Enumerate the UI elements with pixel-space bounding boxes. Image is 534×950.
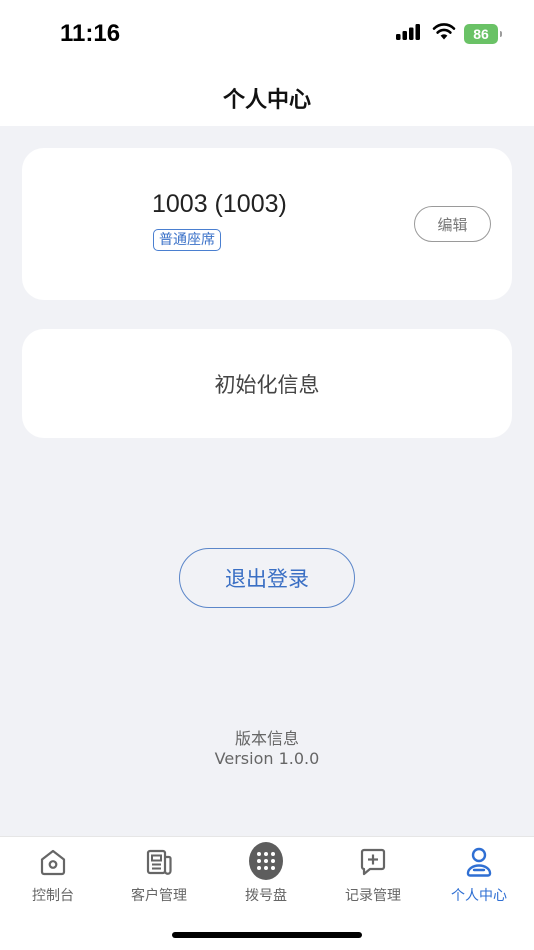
version-value: Version 1.0.0: [214, 749, 320, 768]
status-time: 11:16: [60, 20, 121, 47]
cellular-signal-icon: [396, 23, 424, 45]
tab-label: 拨号盘: [245, 888, 287, 904]
role-badge: 普通座席: [153, 229, 221, 251]
version-info: 版本信息 Version 1.0.0: [0, 729, 534, 769]
battery-icon: 86: [464, 24, 502, 44]
navigation-bar: 个人中心: [0, 70, 534, 126]
tab-label: 控制台: [32, 888, 74, 904]
profile-name: 1003 (1003): [152, 190, 287, 218]
records-icon: [356, 845, 390, 879]
tab-record-management[interactable]: 记录管理: [320, 845, 426, 911]
tab-console[interactable]: 控制台: [0, 845, 106, 911]
logout-button[interactable]: 退出登录: [179, 548, 355, 608]
tab-label: 个人中心: [451, 888, 507, 904]
dialpad-icon: [249, 842, 283, 880]
home-indicator: [172, 932, 362, 938]
tab-dialpad[interactable]: 拨号盘: [213, 842, 319, 911]
tab-label: 记录管理: [345, 888, 401, 904]
wifi-icon: [432, 23, 456, 45]
edit-button[interactable]: 编辑: [414, 206, 491, 242]
profile-card: 1003 (1003) 普通座席 编辑: [22, 148, 512, 300]
home-icon: [36, 845, 70, 879]
tab-customer-management[interactable]: 客户管理: [106, 845, 212, 911]
page-title: 个人中心: [222, 88, 311, 113]
init-info-card[interactable]: 初始化信息: [22, 329, 512, 438]
tab-personal-center[interactable]: 个人中心: [426, 845, 532, 911]
status-icons: 86: [396, 23, 502, 45]
init-info-label: 初始化信息: [214, 372, 320, 397]
status-bar: 11:16 86: [0, 0, 534, 70]
customer-icon: [142, 845, 176, 879]
tab-label: 客户管理: [131, 888, 187, 904]
person-icon: [462, 845, 496, 879]
version-title: 版本信息: [234, 729, 299, 748]
